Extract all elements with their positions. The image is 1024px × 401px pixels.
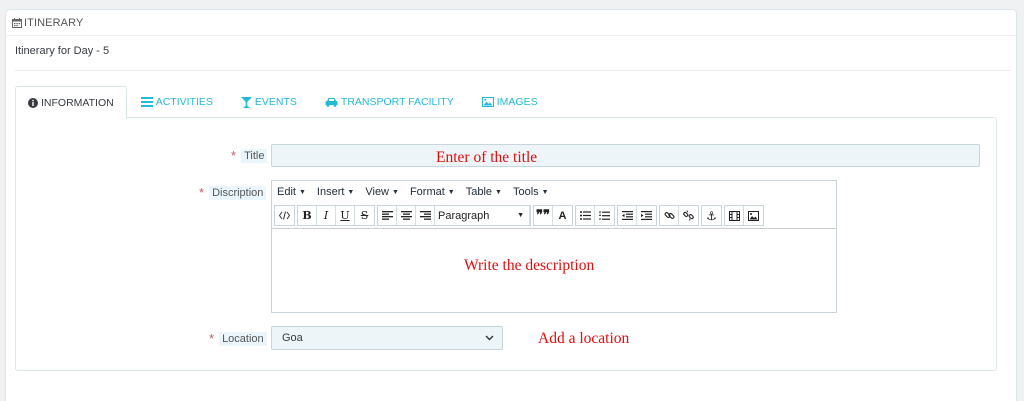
title-annotation: Enter of the title bbox=[436, 149, 538, 166]
divider bbox=[15, 70, 1010, 71]
align-right-icon bbox=[419, 211, 431, 220]
tab-label: ACTIVITIES bbox=[155, 96, 213, 108]
tab-activities[interactable]: ACTIVITIES bbox=[127, 86, 227, 118]
tab-label: IMAGES bbox=[496, 96, 538, 108]
title-label: * Title bbox=[231, 148, 268, 163]
indent-button[interactable] bbox=[637, 206, 656, 225]
caret-down-icon: ▼ bbox=[495, 188, 502, 196]
text-color-icon: A bbox=[558, 209, 567, 222]
bullet-list-icon bbox=[579, 211, 591, 220]
tab-events[interactable]: EVENTS bbox=[227, 86, 311, 118]
code-icon bbox=[279, 211, 290, 220]
bold-icon: B bbox=[302, 209, 312, 222]
text-color-button[interactable]: A bbox=[553, 206, 572, 225]
location-annotation: Add a location bbox=[538, 330, 630, 347]
anchor-icon: ⚓ bbox=[706, 208, 717, 223]
list-icon bbox=[140, 97, 153, 107]
location-label: * Location bbox=[209, 331, 267, 346]
numbered-list-button[interactable] bbox=[595, 206, 614, 225]
panel-heading: ITINERARY bbox=[6, 10, 1016, 36]
strikethrough-button[interactable]: S bbox=[355, 206, 374, 225]
caret-down-icon: ▼ bbox=[447, 188, 455, 196]
cocktail-icon bbox=[240, 96, 252, 108]
menu-insert[interactable]: Insert ▼ bbox=[317, 186, 354, 198]
image-icon bbox=[481, 97, 494, 107]
caret-down-icon: ▼ bbox=[298, 188, 306, 196]
required-marker: * bbox=[231, 148, 237, 163]
align-left-button[interactable] bbox=[378, 206, 397, 225]
menu-format[interactable]: Format ▼ bbox=[410, 186, 455, 198]
tab-images[interactable]: IMAGES bbox=[468, 86, 552, 118]
menu-table[interactable]: Table ▼ bbox=[466, 186, 502, 198]
underline-icon: U bbox=[340, 209, 350, 222]
info-circle-icon bbox=[28, 97, 38, 108]
underline-button[interactable]: U bbox=[336, 206, 355, 225]
title-input[interactable] bbox=[271, 144, 980, 167]
outdent-icon bbox=[621, 211, 633, 220]
menu-tools[interactable]: Tools ▼ bbox=[513, 186, 549, 198]
tab-bar: INFORMATION ACTIVITIES EVENTS TRANSPORT … bbox=[15, 86, 552, 119]
align-center-button[interactable] bbox=[397, 206, 416, 225]
align-center-icon bbox=[400, 211, 412, 220]
tab-label: EVENTS bbox=[254, 96, 297, 108]
calendar-icon bbox=[12, 17, 22, 28]
image-icon bbox=[748, 210, 759, 221]
italic-icon: I bbox=[323, 209, 329, 222]
source-code-button[interactable] bbox=[275, 206, 294, 225]
caret-down-icon: ▼ bbox=[392, 188, 399, 196]
format-select[interactable]: Paragraph ▼ bbox=[435, 206, 530, 225]
bold-button[interactable]: B bbox=[298, 206, 317, 225]
editor-menubar: Edit ▼ Insert ▼ View ▼ Format ▼ Table ▼ Tools… bbox=[272, 181, 836, 203]
day-title: Itinerary for Day - 5 bbox=[15, 45, 110, 57]
insert-link-button[interactable] bbox=[660, 206, 679, 225]
numbered-list-icon bbox=[599, 210, 610, 220]
caret-down-icon: ▼ bbox=[517, 212, 524, 219]
outdent-button[interactable] bbox=[618, 206, 637, 225]
caret-down-icon: ▼ bbox=[347, 188, 355, 196]
location-select[interactable]: Goa bbox=[271, 326, 503, 350]
required-marker: * bbox=[199, 185, 205, 200]
remove-link-button[interactable] bbox=[679, 206, 698, 225]
car-icon bbox=[325, 97, 338, 107]
tab-information[interactable]: INFORMATION bbox=[15, 86, 127, 119]
required-marker: * bbox=[209, 331, 215, 346]
tab-label: INFORMATION bbox=[41, 96, 114, 109]
menu-view[interactable]: View ▼ bbox=[365, 186, 399, 198]
editor-toolbar: B I U S Paragraph ▼ ❞❞ A ⚓ bbox=[272, 203, 836, 229]
blockquote-button[interactable]: ❞❞ bbox=[534, 206, 553, 225]
panel-title: ITINERARY bbox=[24, 16, 84, 29]
tab-label: TRANSPORT FACILITY bbox=[340, 96, 454, 108]
anchor-button[interactable]: ⚓ bbox=[702, 206, 721, 225]
rich-text-editor: Edit ▼ Insert ▼ View ▼ Format ▼ Table ▼ Tools… bbox=[271, 180, 837, 313]
quote-icon: ❞❞ bbox=[536, 208, 550, 223]
description-annotation: Write the description bbox=[464, 257, 595, 274]
location-selected-value: Goa bbox=[282, 332, 303, 344]
film-icon bbox=[728, 210, 740, 221]
strikethrough-icon: S bbox=[360, 209, 369, 222]
caret-down-icon: ▼ bbox=[541, 188, 549, 196]
bullet-list-button[interactable] bbox=[576, 206, 595, 225]
align-right-button[interactable] bbox=[416, 206, 435, 225]
insert-media-button[interactable] bbox=[725, 206, 744, 225]
chevron-down-icon bbox=[485, 335, 494, 341]
link-icon bbox=[664, 212, 674, 219]
unlink-icon bbox=[683, 210, 694, 221]
insert-image-button[interactable] bbox=[744, 206, 763, 225]
italic-button[interactable]: I bbox=[317, 206, 336, 225]
align-left-icon bbox=[381, 211, 393, 220]
indent-icon bbox=[641, 211, 652, 220]
tab-transport-facility[interactable]: TRANSPORT FACILITY bbox=[311, 86, 468, 118]
description-label: * Discription bbox=[199, 185, 267, 200]
menu-edit[interactable]: Edit ▼ bbox=[277, 186, 306, 198]
